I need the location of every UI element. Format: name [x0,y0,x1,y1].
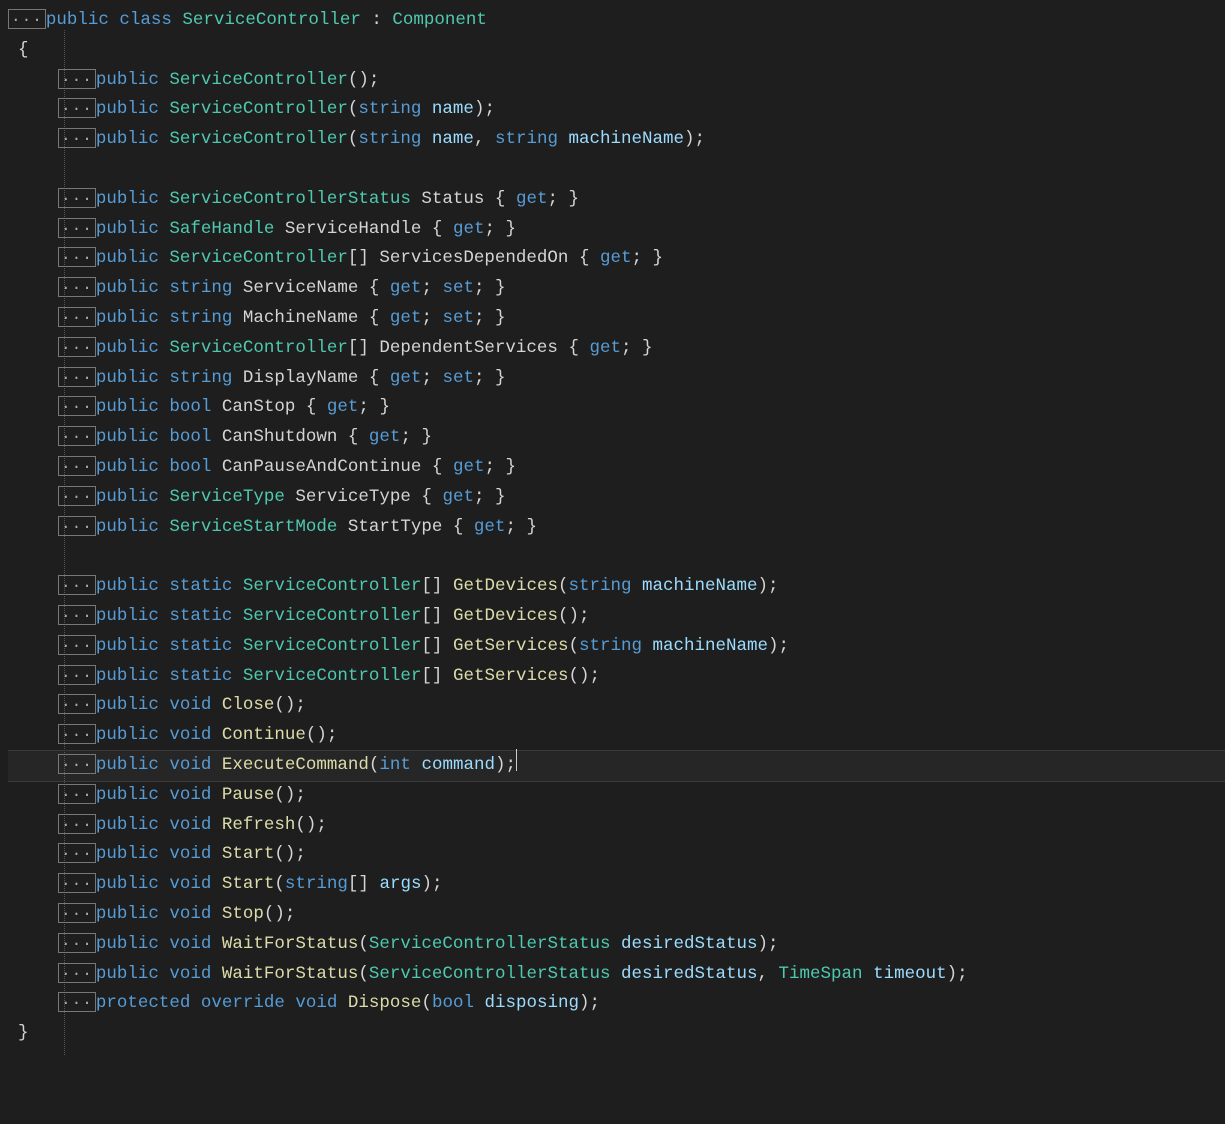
property: ...public bool CanShutdown { get; } [8,423,1225,453]
blank [8,155,1225,185]
fold-icon[interactable]: ... [58,963,96,983]
method: ...public void Stop(); [8,900,1225,930]
fold-icon[interactable]: ... [8,9,46,29]
method: ...public static ServiceController[] Get… [8,572,1225,602]
brace-open: { [8,36,1225,66]
brace-close: } [8,1019,1225,1049]
property: ...public ServiceController[] ServicesDe… [8,244,1225,274]
text-cursor [516,749,517,771]
fold-icon[interactable]: ... [58,367,96,387]
method: ...public static ServiceController[] Get… [8,602,1225,632]
constructor: ...public ServiceController(); [8,66,1225,96]
fold-icon[interactable]: ... [58,486,96,506]
method: ...public void Refresh(); [8,811,1225,841]
fold-icon[interactable]: ... [58,903,96,923]
fold-icon[interactable]: ... [58,814,96,834]
fold-icon[interactable]: ... [58,218,96,238]
method: ...public void Start(); [8,840,1225,870]
method: ...protected override void Dispose(bool … [8,989,1225,1019]
fold-icon[interactable]: ... [58,694,96,714]
method: ...public void WaitForStatus(ServiceCont… [8,930,1225,960]
fold-icon[interactable]: ... [58,575,96,595]
fold-icon[interactable]: ... [58,635,96,655]
fold-icon[interactable]: ... [58,337,96,357]
fold-icon[interactable]: ... [58,665,96,685]
fold-icon[interactable]: ... [58,933,96,953]
method: ...public void Continue(); [8,721,1225,751]
property: ...public bool CanPauseAndContinue { get… [8,453,1225,483]
property: ...public string DisplayName { get; set;… [8,364,1225,394]
method: ...public void ExecuteCommand(int comman… [8,750,1225,782]
fold-icon[interactable]: ... [58,396,96,416]
property: ...public ServiceStartMode StartType { g… [8,513,1225,543]
fold-icon[interactable]: ... [58,69,96,89]
property: ...public SafeHandle ServiceHandle { get… [8,215,1225,245]
method: ...public void Start(string[] args); [8,870,1225,900]
method: ...public static ServiceController[] Get… [8,662,1225,692]
method: ...public static ServiceController[] Get… [8,632,1225,662]
blank [8,542,1225,572]
fold-icon[interactable]: ... [58,784,96,804]
property: ...public ServiceController[] DependentS… [8,334,1225,364]
fold-icon[interactable]: ... [58,843,96,863]
method: ...public void Pause(); [8,781,1225,811]
method: ...public void Close(); [8,691,1225,721]
property: ...public ServiceType ServiceType { get;… [8,483,1225,513]
method: ...public void WaitForStatus(ServiceCont… [8,960,1225,990]
code-editor[interactable]: ...public class ServiceController : Comp… [0,0,1225,1049]
fold-icon[interactable]: ... [58,188,96,208]
fold-icon[interactable]: ... [58,247,96,267]
class-header: ...public class ServiceController : Comp… [8,6,1225,36]
fold-icon[interactable]: ... [58,277,96,297]
fold-icon[interactable]: ... [58,754,96,774]
property: ...public bool CanStop { get; } [8,393,1225,423]
property: ...public string ServiceName { get; set;… [8,274,1225,304]
fold-icon[interactable]: ... [58,307,96,327]
fold-icon[interactable]: ... [58,128,96,148]
property: ...public string MachineName { get; set;… [8,304,1225,334]
fold-icon[interactable]: ... [58,992,96,1012]
fold-icon[interactable]: ... [58,426,96,446]
fold-icon[interactable]: ... [58,516,96,536]
constructor: ...public ServiceController(string name)… [8,95,1225,125]
fold-icon[interactable]: ... [58,456,96,476]
property: ...public ServiceControllerStatus Status… [8,185,1225,215]
fold-icon[interactable]: ... [58,724,96,744]
fold-icon[interactable]: ... [58,605,96,625]
fold-icon[interactable]: ... [58,873,96,893]
constructor: ...public ServiceController(string name,… [8,125,1225,155]
fold-icon[interactable]: ... [58,98,96,118]
